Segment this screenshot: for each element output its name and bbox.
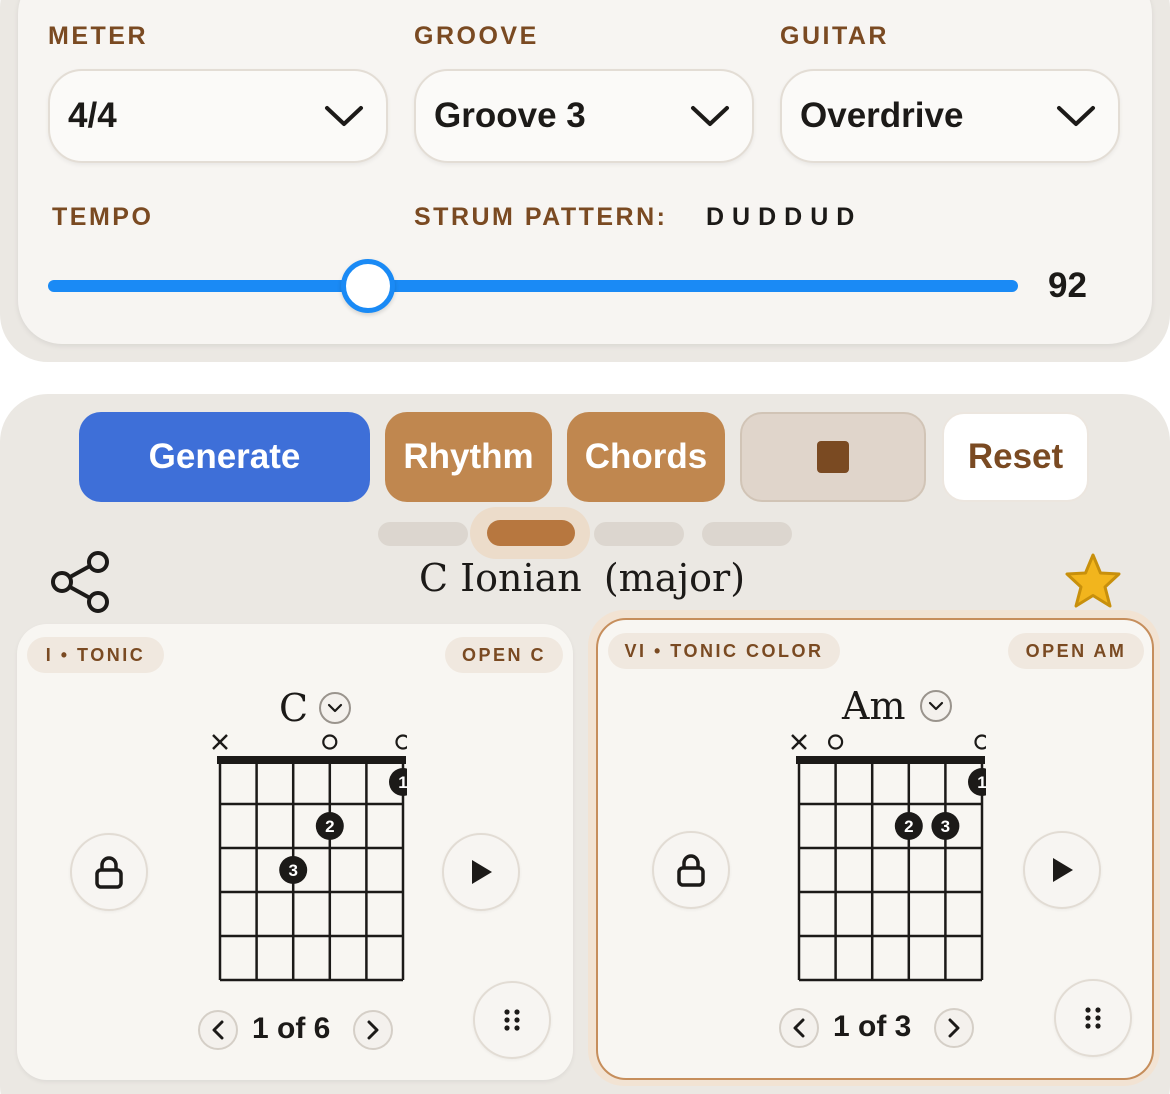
finger-dot: 2 (894, 812, 923, 840)
svg-text:1: 1 (977, 773, 986, 792)
guitar-value: Overdrive (800, 96, 964, 135)
next-voicing-button[interactable] (934, 1008, 974, 1048)
open-string-marker (322, 734, 338, 750)
previous-voicing-button[interactable] (198, 1010, 238, 1050)
play-icon (1053, 858, 1073, 882)
lock-button[interactable] (652, 831, 730, 909)
chord-diagram: 1 2 3 (212, 734, 407, 982)
page-indicator-1[interactable] (378, 522, 468, 546)
generate-button[interactable]: Generate (79, 412, 370, 502)
svg-text:1: 1 (398, 773, 407, 792)
chord-card-1[interactable]: I • TONIC OPEN C C 1 2 3 1 of 6 (17, 624, 573, 1080)
chord-degree-badge: I • TONIC (27, 637, 164, 673)
groove-label: GROOVE (414, 22, 539, 50)
finger-dot: 1 (389, 768, 407, 796)
guitar-label: GUITAR (780, 22, 889, 50)
chevron-right-icon (948, 1018, 960, 1038)
chevron-right-icon (367, 1020, 379, 1040)
tempo-value: 92 (1048, 266, 1087, 305)
star-icon[interactable] (1062, 552, 1124, 610)
lock-icon (95, 856, 123, 889)
chevron-left-icon (793, 1018, 805, 1038)
settings-card (18, 0, 1152, 344)
drag-handle[interactable] (473, 981, 551, 1059)
nut (217, 756, 406, 764)
grip-dots-icon (1085, 1007, 1101, 1029)
guitar-select[interactable]: Overdrive (780, 69, 1120, 163)
muted-string-marker (212, 734, 228, 750)
svg-text:2: 2 (904, 817, 913, 836)
voicing-name-badge: OPEN AM (1008, 633, 1144, 669)
tempo-label: TEMPO (52, 203, 154, 231)
strum-pattern-label: STRUM PATTERN: (414, 203, 668, 231)
page-indicator-2-active[interactable] (487, 520, 575, 546)
chord-diagram: 1 2 3 (791, 734, 986, 982)
finger-dot: 3 (279, 856, 308, 884)
chevron-down-icon (928, 701, 944, 711)
chords-button[interactable]: Chords (567, 412, 725, 502)
fretboard-grid (796, 756, 985, 982)
mode-key: C Ionian (418, 556, 582, 600)
play-icon (472, 860, 492, 884)
stop-button[interactable] (740, 412, 926, 502)
chevron-down-icon (325, 106, 363, 126)
meter-label: METER (48, 22, 148, 50)
stop-icon (817, 441, 849, 473)
chevron-left-icon (212, 1020, 224, 1040)
grip-dots-icon (504, 1009, 520, 1031)
strum-pattern-value: DUDDUD (706, 203, 863, 231)
voicing-counter: 1 of 3 (833, 1010, 912, 1043)
drag-handle[interactable] (1054, 979, 1132, 1057)
chord-name: C (279, 686, 309, 730)
mode-title: C Ionian (major) (0, 556, 1170, 600)
nut (796, 756, 985, 764)
rhythm-button[interactable]: Rhythm (385, 412, 552, 502)
chevron-down-icon (691, 106, 729, 126)
svg-text:2: 2 (325, 817, 334, 836)
tempo-slider-track[interactable] (48, 280, 1018, 292)
svg-text:3: 3 (288, 861, 297, 880)
chord-variant-dropdown[interactable] (920, 690, 952, 722)
svg-text:3: 3 (941, 817, 950, 836)
chevron-down-icon (1057, 106, 1095, 126)
voicing-counter: 1 of 6 (252, 1012, 331, 1045)
page-indicator-3[interactable] (594, 522, 684, 546)
open-string-marker (974, 734, 986, 750)
chord-degree-badge: VI • TONIC COLOR (608, 633, 840, 669)
lock-icon (677, 854, 705, 887)
muted-string-marker (791, 734, 807, 750)
play-chord-button[interactable] (1023, 831, 1101, 909)
finger-dot: 1 (968, 768, 986, 796)
previous-voicing-button[interactable] (779, 1008, 819, 1048)
open-string-marker (827, 734, 844, 750)
reset-button[interactable]: Reset (942, 412, 1089, 502)
meter-value: 4/4 (68, 96, 117, 135)
finger-dot: 3 (931, 812, 960, 840)
voicing-name-badge: OPEN C (445, 637, 563, 673)
mode-quality: (major) (603, 556, 746, 600)
open-string-marker (395, 734, 407, 750)
tempo-slider-thumb[interactable] (341, 259, 396, 313)
lock-button[interactable] (70, 833, 148, 911)
finger-dot: 2 (315, 812, 344, 840)
meter-select[interactable]: 4/4 (48, 69, 388, 163)
chord-card-2[interactable]: VI • TONIC COLOR OPEN AM Am 1 2 3 1 of 3 (596, 618, 1154, 1080)
groove-select[interactable]: Groove 3 (414, 69, 754, 163)
chord-variant-dropdown[interactable] (319, 692, 351, 724)
next-voicing-button[interactable] (353, 1010, 393, 1050)
groove-value: Groove 3 (434, 96, 586, 135)
chord-name: Am (842, 684, 906, 728)
page-indicator-4[interactable] (702, 522, 792, 546)
fretboard-grid (217, 756, 406, 982)
play-chord-button[interactable] (442, 833, 520, 911)
chevron-down-icon (327, 703, 343, 713)
